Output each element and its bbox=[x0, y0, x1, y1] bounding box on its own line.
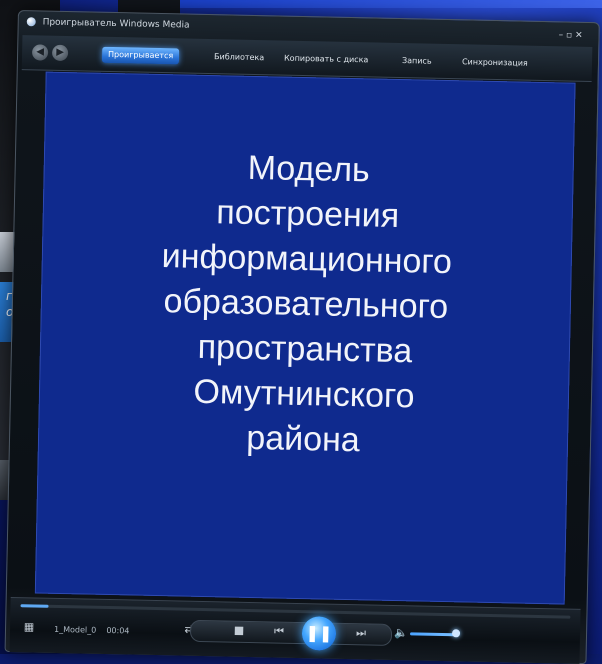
file-name: 1_Model_0 bbox=[53, 624, 97, 635]
slide-title: Модель построения информационного образо… bbox=[38, 142, 574, 468]
next-icon[interactable]: ⏭ bbox=[350, 626, 372, 640]
seek-bar[interactable] bbox=[20, 604, 571, 619]
volume-knob[interactable] bbox=[451, 629, 461, 638]
media-player-icon bbox=[26, 17, 36, 27]
tab-rip[interactable]: Копировать с диска bbox=[284, 51, 369, 69]
view-mode-icon[interactable]: ▦ bbox=[22, 620, 36, 634]
media-player-window[interactable]: Проигрыватель Windows Media – ▫ ✕ ◀ ▶ Пр… bbox=[4, 10, 602, 664]
forward-arrow-icon[interactable]: ▶ bbox=[51, 44, 69, 62]
elapsed-time: 00:04 bbox=[106, 625, 130, 636]
speaker-icon[interactable]: 🔈 bbox=[394, 626, 408, 640]
player-frame: Проигрыватель Windows Media – ▫ ✕ ◀ ▶ Пр… bbox=[4, 10, 600, 664]
back-arrow-icon[interactable]: ◀ bbox=[31, 44, 49, 61]
maximize-icon[interactable]: ▫ bbox=[566, 30, 572, 40]
tab-sync[interactable]: Синхронизация bbox=[462, 54, 528, 71]
status-text: 1_Model_0 00:04 bbox=[54, 625, 130, 636]
window-buttons[interactable]: – ▫ ✕ bbox=[558, 26, 583, 44]
close-icon[interactable]: ✕ bbox=[575, 31, 583, 41]
tab-burn[interactable]: Запись bbox=[402, 53, 432, 70]
video-area[interactable]: Модель построения информационного образо… bbox=[34, 71, 576, 605]
window-title: Проигрыватель Windows Media bbox=[42, 17, 190, 31]
pause-icon[interactable]: ❚❚ bbox=[301, 616, 337, 651]
previous-icon[interactable]: ⏮ bbox=[268, 624, 290, 638]
volume-slider[interactable] bbox=[409, 632, 457, 637]
tab-now-playing[interactable]: Проигрывается bbox=[101, 46, 180, 65]
seek-progress bbox=[20, 604, 49, 608]
tab-library[interactable]: Библиотека bbox=[214, 49, 264, 66]
background-top-edge bbox=[180, 0, 602, 8]
minimize-icon[interactable]: – bbox=[559, 30, 564, 40]
stop-icon[interactable]: ■ bbox=[232, 624, 246, 638]
